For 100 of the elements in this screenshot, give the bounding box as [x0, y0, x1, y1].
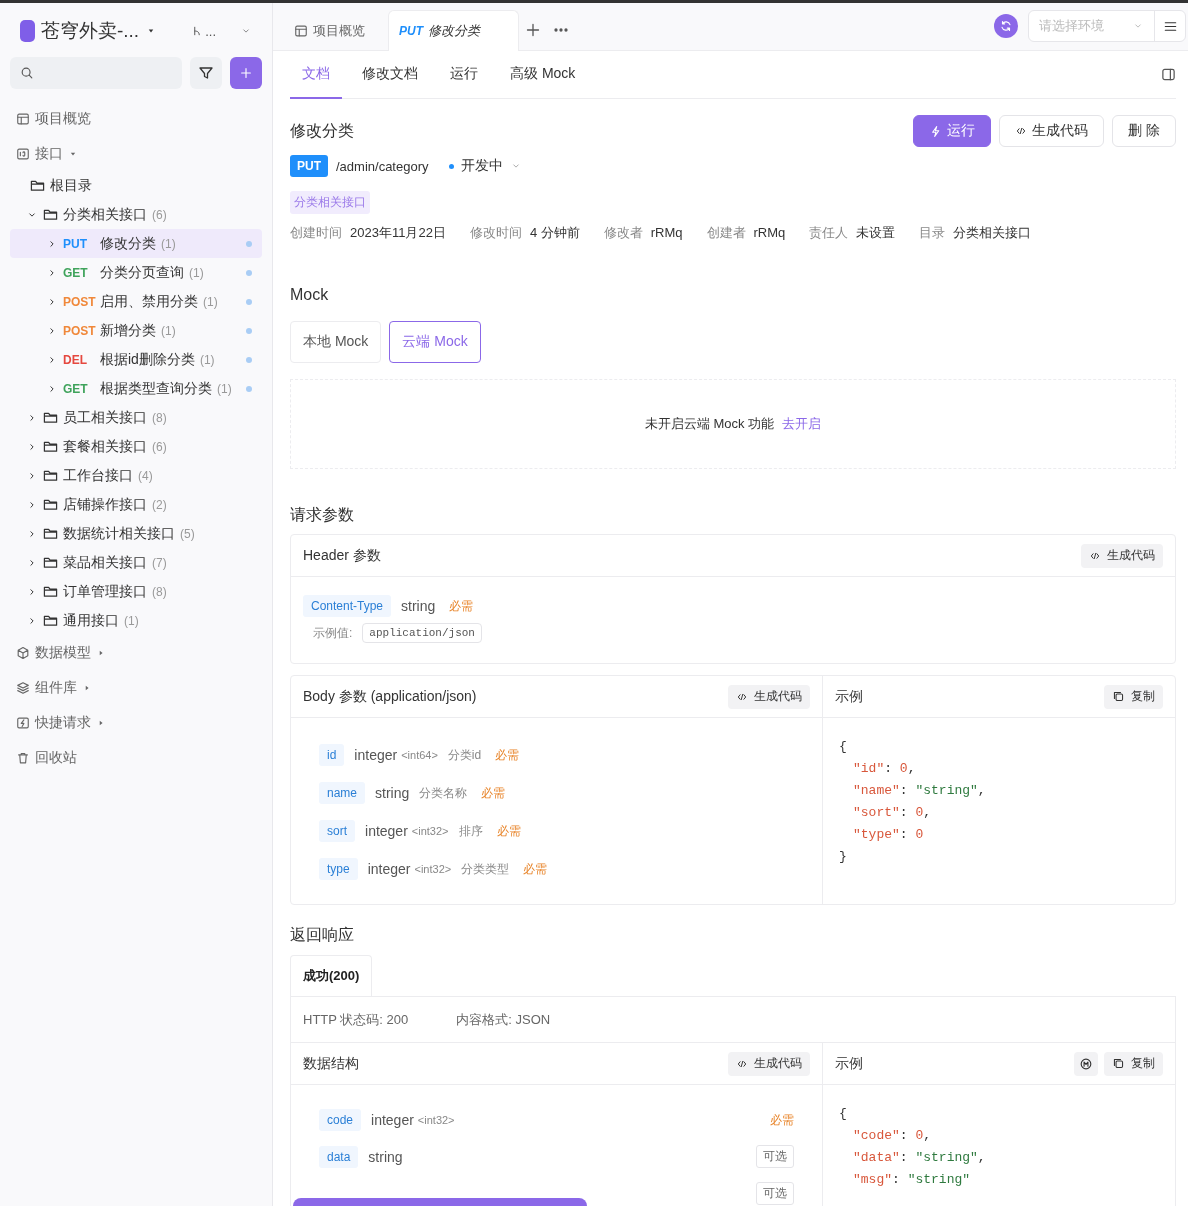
meta-value: 未设置 — [856, 225, 896, 240]
mock-icon-button[interactable] — [1074, 1051, 1098, 1076]
param-format: <int32> — [417, 1114, 455, 1126]
enable-link[interactable]: 去开启 — [782, 415, 822, 433]
response-tab[interactable]: 成功(200) — [290, 955, 373, 996]
param-type: integer — [367, 861, 411, 877]
copy-button[interactable]: 复制 — [1104, 684, 1163, 709]
folder-item[interactable]: 套餐相关接口 (6) — [10, 432, 262, 461]
content-format: 内容格式: JSON — [456, 1010, 551, 1029]
required-label: 必需 — [770, 1111, 794, 1129]
param-type: integer — [354, 747, 398, 763]
run-button[interactable]: 运行 — [913, 115, 992, 147]
endpoint-item[interactable]: POST 新增分类 (1) — [10, 316, 262, 345]
meta-value: 分类相关接口 — [953, 225, 1032, 240]
meta-label: 目录 — [919, 225, 946, 240]
doc-tab[interactable]: 运行 — [438, 50, 490, 99]
project-logo — [20, 20, 35, 42]
endpoint-title: 修改分类 — [290, 120, 354, 141]
editor-tab[interactable]: 项目概览 — [285, 10, 388, 50]
meta-label: 创建者 — [706, 225, 746, 240]
endpoint-item[interactable]: GET 根据类型查询分类 (1) — [10, 374, 262, 403]
generate-code-button[interactable]: 生成代码 — [999, 115, 1105, 147]
trash-icon — [16, 750, 30, 765]
meta-label: 修改者 — [603, 225, 643, 240]
search-field[interactable] — [10, 57, 182, 89]
folder-tag: 分类相关接口 — [290, 191, 370, 214]
optional-badge: 可选 — [756, 1145, 794, 1168]
plus-icon — [525, 22, 541, 38]
meta-value: 4 分钟前 — [529, 225, 580, 240]
folder-item[interactable]: 通用接口 (1) — [10, 606, 262, 635]
code-icon — [1015, 125, 1028, 137]
status-dot — [246, 356, 252, 363]
folder-item[interactable]: 菜品相关接口 (7) — [10, 548, 262, 577]
editor-tab[interactable]: PUT 修改分类 — [388, 10, 519, 51]
filter-button[interactable] — [190, 57, 222, 89]
cube-icon — [16, 645, 30, 660]
mock-tab[interactable]: 本地 Mock — [290, 321, 382, 363]
generate-code-button[interactable]: 生成代码 — [728, 684, 810, 709]
status-code: HTTP 状态码: 200 — [303, 1010, 409, 1029]
param-name: data — [319, 1145, 359, 1168]
folder-item[interactable]: 员工相关接口 (8) — [10, 403, 262, 432]
param-type: string — [368, 1148, 403, 1165]
panel-icon — [1161, 67, 1176, 82]
folder-icon — [43, 613, 58, 628]
folder-item[interactable]: 店铺操作接口 (2) — [10, 490, 262, 519]
copy-button[interactable]: 复制 — [1104, 1051, 1163, 1076]
nav-item[interactable]: 回收站 — [10, 740, 262, 775]
plus-icon — [239, 66, 253, 80]
nav-item[interactable]: 项目概览 — [10, 101, 262, 136]
param-name: sort — [319, 820, 355, 842]
delete-button[interactable]: 删 除 — [1112, 115, 1176, 147]
mock-tab[interactable]: 云端 Mock — [389, 321, 481, 363]
folder-item[interactable]: 工作台接口 (4) — [10, 461, 262, 490]
sync-button[interactable] — [994, 14, 1018, 38]
layers-icon — [16, 680, 30, 695]
refresh-icon — [999, 19, 1013, 33]
json-example: { "id": 0, "name": "string", "sort": 0, "type": 0 } — [838, 738, 987, 866]
param-description: 分类id — [447, 746, 482, 764]
folder-icon — [30, 178, 45, 193]
lightning-icon — [16, 715, 30, 730]
endpoint-item[interactable]: GET 分类分页查询 (1) — [10, 258, 262, 287]
nav-item[interactable]: 快捷请求 — [10, 705, 262, 740]
section-title: 请求参数 — [290, 505, 355, 525]
nav-item[interactable]: 组件库 — [10, 670, 262, 705]
folder-item[interactable]: 数据统计相关接口 (5) — [10, 519, 262, 548]
required-label: 必需 — [495, 746, 520, 764]
folder-item[interactable]: 根目录 — [10, 171, 262, 200]
generate-code-button[interactable]: 生成代码 — [1081, 543, 1163, 568]
doc-tab[interactable]: 文档 — [290, 50, 342, 99]
example-value: application/json — [362, 623, 482, 643]
example-label: 示例值: — [313, 624, 353, 642]
nav-item[interactable]: 数据模型 — [10, 635, 262, 670]
m-circle-icon — [1079, 1056, 1093, 1071]
folder-item[interactable]: 订单管理接口 (8) — [10, 577, 262, 606]
method-badge: PUT — [290, 155, 328, 177]
generate-code-button[interactable]: 生成代码 — [728, 1051, 810, 1076]
param-format: <int64> — [401, 749, 438, 761]
folder-icon — [43, 526, 58, 541]
folder-item[interactable]: 分类相关接口 (6) — [10, 200, 262, 229]
add-button[interactable] — [230, 57, 262, 89]
project-name[interactable]: 苍穹外卖-... — [41, 18, 140, 44]
param-type: string — [375, 785, 410, 801]
optional-badge: 可选 — [756, 1182, 794, 1205]
endpoint-item[interactable]: DEL 根据id删除分类 (1) — [10, 345, 262, 374]
status-dot — [246, 269, 252, 276]
doc-tab[interactable]: 高级 Mock — [498, 50, 588, 99]
folder-icon — [43, 207, 58, 222]
layout-icon — [294, 23, 308, 38]
endpoint-item[interactable]: PUT 修改分类 (1) — [10, 229, 262, 258]
param-type: integer — [365, 823, 408, 839]
branch-selector[interactable]: ... — [191, 23, 216, 39]
required-label: 必需 — [481, 784, 506, 802]
folder-icon — [43, 468, 58, 483]
nav-item[interactable]: 接口 — [10, 136, 262, 171]
status-select[interactable]: 开发中 — [448, 157, 522, 175]
status-dot — [246, 385, 252, 392]
meta-label: 修改时间 — [469, 225, 522, 240]
doc-tab[interactable]: 修改文档 — [350, 50, 430, 99]
endpoint-item[interactable]: POST 启用、禁用分类 (1) — [10, 287, 262, 316]
param-type: string — [401, 598, 436, 614]
